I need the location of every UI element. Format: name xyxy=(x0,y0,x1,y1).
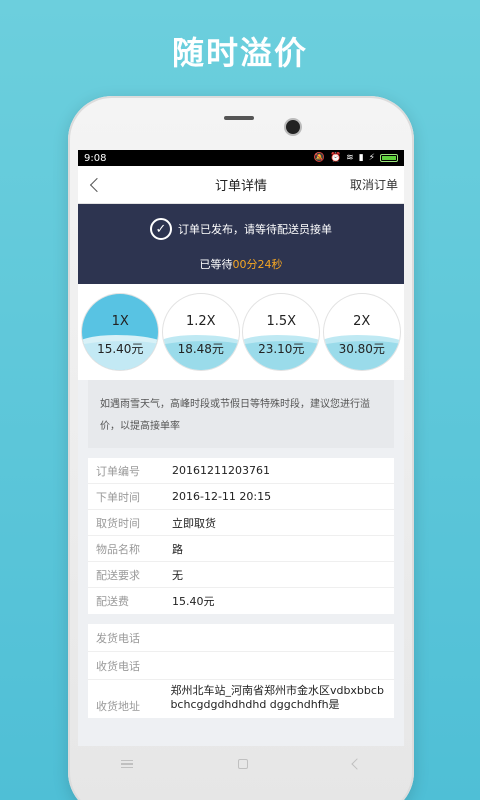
premium-price: 15.40元 xyxy=(97,342,144,356)
status-bar: 9:08 🔕 ⏰ ≋ ▮ ⚡ xyxy=(78,150,404,166)
status-banner: ✓ 订单已发布，请等待配送员接单 已等待00分24秒 xyxy=(78,204,404,284)
signal-icon: ▮ xyxy=(358,152,364,163)
address-label: 收货地址 xyxy=(96,700,140,713)
premium-multiplier: 1X xyxy=(111,314,129,329)
menu-icon[interactable] xyxy=(120,760,133,768)
promo-title: 随时溢价 xyxy=(171,34,308,72)
detail-label: 取货时间 xyxy=(96,516,140,530)
detail-row-pickup-time: 取货时间 立即取货 xyxy=(88,510,394,536)
detail-label: 物品名称 xyxy=(96,542,140,556)
address-value: 郑州北车站_河南省郑州市金水区vdbxbbcbbchcgdgdhdhdhd dg… xyxy=(170,684,384,711)
address-row: 收货地址 郑州北车站_河南省郑州市金水区vdbxbbcbbchcgdgdhdhd… xyxy=(88,680,394,718)
phone-frame: 9:08 🔕 ⏰ ≋ ▮ ⚡ 订单详情 取消订单 ✓ 订单已发布，请等待配送员接… xyxy=(68,96,414,800)
detail-value: 15.40元 xyxy=(172,595,215,608)
receiver-phone-row[interactable]: 收货电话 xyxy=(88,652,394,680)
status-icons: 🔕 ⏰ ≋ ▮ ⚡ xyxy=(313,152,398,163)
nav-bar: 订单详情 取消订单 xyxy=(78,166,404,204)
banner-message: 订单已发布，请等待配送员接单 xyxy=(178,223,332,236)
phone-nav-buttons xyxy=(68,752,414,776)
premium-options: 1X 15.40元 1.2X 18.48元 1.5X 23.10元 2X 30.… xyxy=(78,284,404,380)
detail-row-requirements: 配送要求 无 xyxy=(88,562,394,588)
detail-row-item-name: 物品名称 路 xyxy=(88,536,394,562)
mute-icon: 🔕 xyxy=(313,152,325,163)
detail-label: 配送费 xyxy=(96,595,129,608)
status-time: 9:08 xyxy=(84,152,107,164)
back-icon[interactable] xyxy=(86,175,106,195)
premium-price: 23.10元 xyxy=(258,342,305,356)
phone-speaker xyxy=(224,116,254,120)
premium-tip: 如遇雨雪天气，高峰时段或节假日等特殊时段，建议您进行溢价，以提高接单率 xyxy=(88,380,394,448)
detail-value: 无 xyxy=(172,568,183,582)
sender-phone-row[interactable]: 发货电话 xyxy=(88,624,394,652)
home-icon[interactable] xyxy=(237,759,248,769)
premium-option-1-5x[interactable]: 1.5X 23.10元 xyxy=(243,294,320,370)
premium-multiplier: 1.5X xyxy=(266,314,297,329)
receiver-phone-label: 收货电话 xyxy=(96,659,140,673)
battery-icon xyxy=(380,154,398,162)
wifi-icon: ≋ xyxy=(346,152,354,163)
check-icon: ✓ xyxy=(150,218,172,240)
order-details: 订单编号 20161211203761 下单时间 2016-12-11 20:1… xyxy=(88,458,394,614)
premium-option-1x[interactable]: 1X 15.40元 xyxy=(82,294,159,370)
detail-value: 2016-12-11 20:15 xyxy=(172,490,272,503)
detail-value: 立即取货 xyxy=(172,516,216,530)
premium-multiplier: 1.2X xyxy=(185,314,216,329)
detail-row-order-number: 订单编号 20161211203761 xyxy=(88,458,394,484)
wait-line: 已等待00分24秒 xyxy=(78,256,404,272)
premium-option-2x[interactable]: 2X 30.80元 xyxy=(323,294,400,370)
sender-phone-label: 发货电话 xyxy=(96,631,140,645)
premium-multiplier: 2X xyxy=(353,314,371,329)
detail-label: 下单时间 xyxy=(96,490,140,504)
back-nav-icon[interactable] xyxy=(351,758,363,770)
contact-details: 发货电话 收货电话 收货地址 郑州北车站_河南省郑州市金水区vdbxbbcbbc… xyxy=(88,624,394,718)
alarm-icon: ⏰ xyxy=(329,152,342,163)
wait-timer: 00分24秒 xyxy=(232,258,283,271)
detail-row-delivery-fee: 配送费 15.40元 xyxy=(88,588,394,614)
phone-screen: 9:08 🔕 ⏰ ≋ ▮ ⚡ 订单详情 取消订单 ✓ 订单已发布，请等待配送员接… xyxy=(78,150,404,746)
premium-price: 30.80元 xyxy=(338,342,385,356)
charging-icon: ⚡ xyxy=(368,152,375,163)
phone-camera xyxy=(286,120,300,134)
detail-label: 配送要求 xyxy=(96,568,140,582)
premium-price: 18.48元 xyxy=(177,342,224,356)
detail-label: 订单编号 xyxy=(96,464,140,478)
cancel-order-button[interactable]: 取消订单 xyxy=(350,176,398,193)
detail-value: 20161211203761 xyxy=(172,464,270,477)
detail-value: 路 xyxy=(172,542,183,556)
premium-option-1-2x[interactable]: 1.2X 18.48元 xyxy=(162,294,239,370)
detail-row-order-time: 下单时间 2016-12-11 20:15 xyxy=(88,484,394,510)
wait-prefix: 已等待 xyxy=(199,258,233,271)
